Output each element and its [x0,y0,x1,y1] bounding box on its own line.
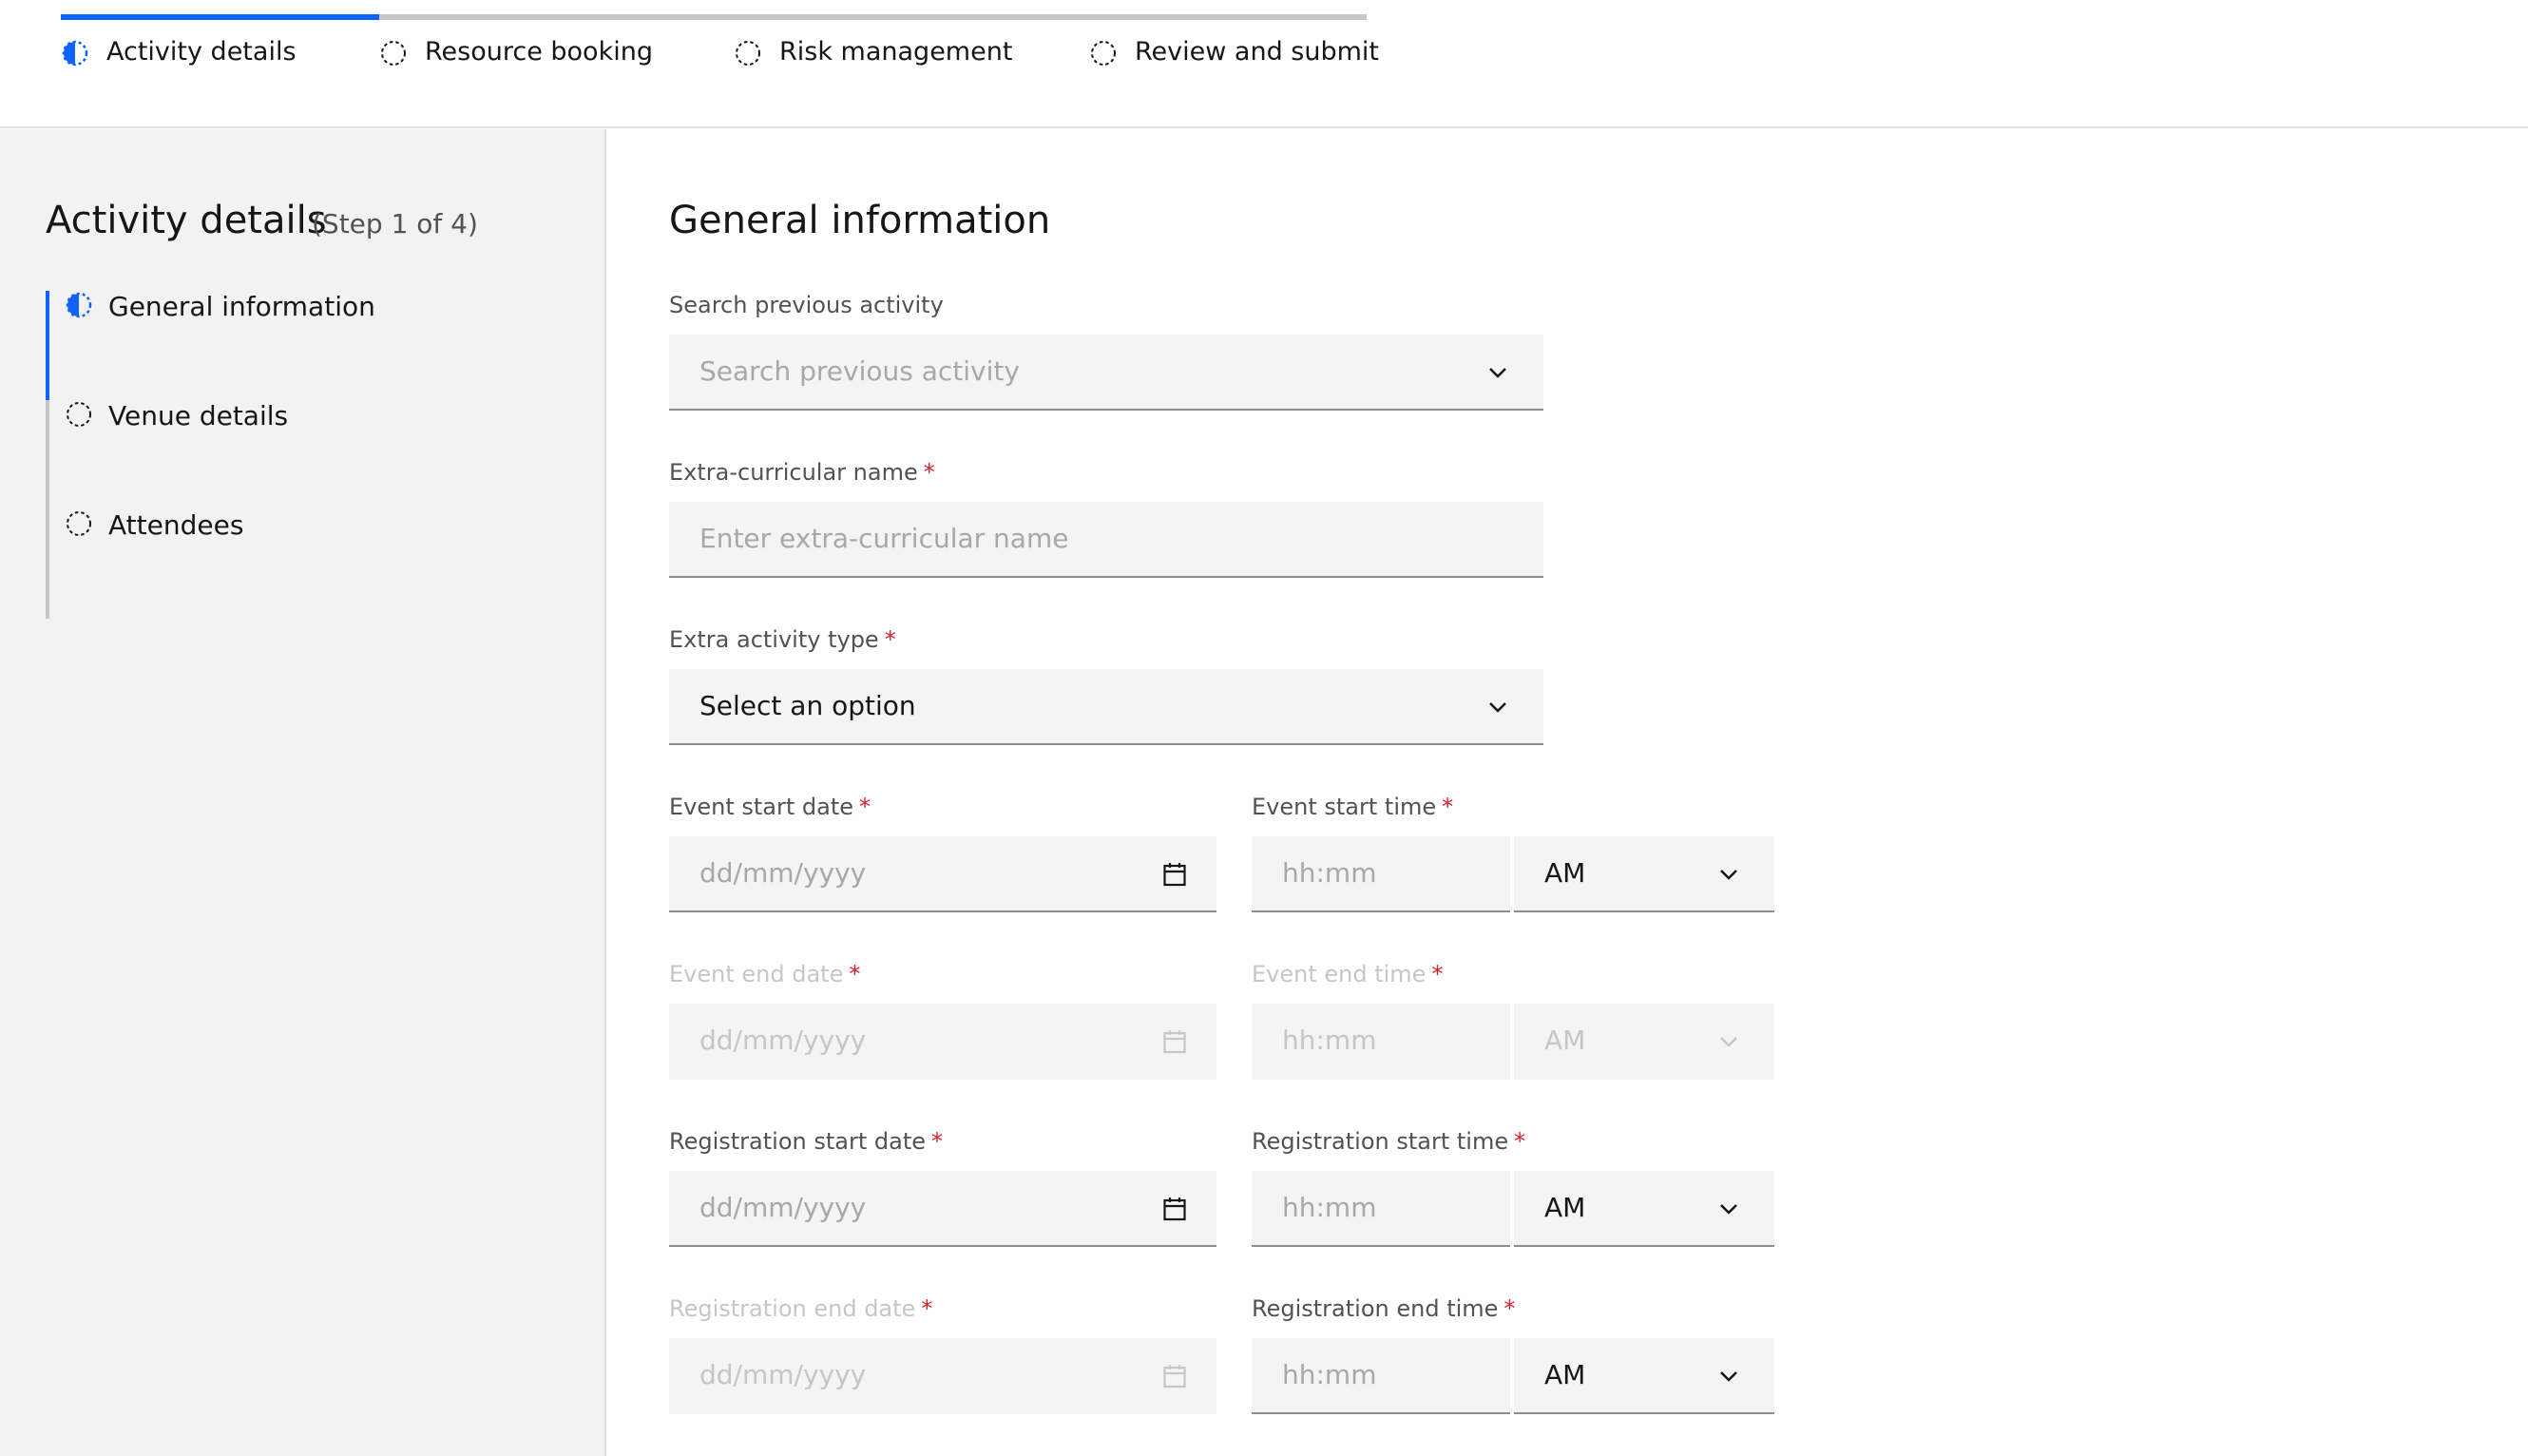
reg-end-period-select[interactable]: AM [1514,1338,1774,1414]
chevron-down-icon [1715,1196,1742,1222]
substep-label: Venue details [108,400,289,431]
reg-end-time-placeholder: hh:mm [1282,1359,1377,1390]
event-end-date-placeholder: dd/mm/yyyy [699,1025,867,1056]
event-start-time-label: Event start time * [1252,793,1453,821]
chevron-down-icon [1484,359,1511,386]
event-start-date-placeholder: dd/mm/yyyy [699,857,867,889]
event-end-time-placeholder: hh:mm [1282,1025,1377,1056]
event-start-period-value: AM [1544,857,1586,889]
event-start-date-label: Event start date * [669,793,871,821]
required-marker: * [1503,1295,1516,1322]
search-activity-combobox[interactable]: Search previous activity [669,335,1543,411]
activity-type-select[interactable]: Select an option [669,669,1543,745]
substep-venue-details[interactable]: Venue details [46,400,578,509]
reg-start-date-label-text: Registration start date [669,1128,926,1155]
dashed-circle-icon [65,400,93,429]
half-filled-circle-icon [65,291,93,319]
event-end-time-input: hh:mm [1252,1004,1510,1080]
reg-end-date-placeholder: dd/mm/yyyy [699,1359,867,1390]
event-start-time-label-text: Event start time [1252,794,1437,820]
required-marker: * [921,1295,933,1322]
reg-end-time-label-text: Registration end time [1252,1295,1499,1322]
reg-start-period-value: AM [1544,1192,1586,1223]
progress-step-label: Review and submit [1135,37,1380,67]
reg-end-time-label: Registration end time * [1252,1294,1515,1323]
reg-start-time-label: Registration start time * [1252,1127,1525,1156]
progress-step-label: Activity details [106,37,297,67]
event-end-period-value: AM [1544,1025,1586,1056]
sidebar-title: Activity details [46,199,327,242]
reg-start-time-input[interactable]: hh:mm [1252,1171,1510,1247]
reg-start-time-placeholder: hh:mm [1282,1192,1377,1223]
calendar-icon [1161,1028,1188,1055]
chevron-down-icon [1715,861,1742,888]
reg-start-date-label: Registration start date * [669,1127,943,1156]
reg-end-period-value: AM [1544,1359,1586,1390]
required-marker: * [1442,794,1454,820]
calendar-icon[interactable] [1161,1196,1188,1222]
reg-end-date-label: Registration end date * [669,1294,932,1323]
calendar-icon [1161,1363,1188,1389]
reg-start-date-placeholder: dd/mm/yyyy [699,1192,867,1223]
progress-step-review-submit[interactable]: Review and submit [1089,14,1379,71]
reg-end-date-input: dd/mm/yyyy [669,1338,1216,1414]
search-activity-label: Search previous activity [669,292,944,318]
dashed-circle-icon [65,509,93,538]
section-title: General information [669,199,1051,242]
activity-type-label-text: Extra activity type [669,626,879,653]
curricular-name-placeholder: Enter extra-curricular name [699,523,1069,554]
progress-step-resource-booking[interactable]: Resource booking [379,14,734,71]
substep-attendees[interactable]: Attendees [46,509,578,619]
required-marker: * [931,1128,943,1155]
substep-general-information[interactable]: General information [46,291,578,400]
event-end-date-label-text: Event end date [669,961,844,987]
progress-indicator: Activity details Resource booking Risk m… [0,0,2528,128]
dashed-circle-icon [1089,39,1118,67]
required-marker: * [849,961,861,987]
sidebar-step-count: (Step 1 of 4) [312,208,478,239]
progress-step-label: Resource booking [425,37,653,67]
curricular-name-label: Extra-curricular name * [669,458,935,487]
event-start-period-select[interactable]: AM [1514,836,1774,912]
chevron-down-icon [1484,694,1511,720]
curricular-name-input[interactable]: Enter extra-curricular name [669,502,1543,578]
search-activity-placeholder: Search previous activity [699,355,1020,387]
required-marker: * [923,459,935,486]
event-end-time-label-text: Event end time [1252,961,1427,987]
event-end-date-input: dd/mm/yyyy [669,1004,1216,1080]
required-marker: * [1431,961,1444,987]
required-marker: * [859,794,871,820]
chevron-down-icon [1715,1363,1742,1389]
required-marker: * [884,626,896,653]
calendar-icon[interactable] [1161,861,1188,888]
curricular-name-label-text: Extra-curricular name [669,459,918,486]
reg-start-date-input[interactable]: dd/mm/yyyy [669,1171,1216,1247]
activity-type-value: Select an option [699,690,916,721]
dashed-circle-icon [734,39,762,67]
reg-end-time-input[interactable]: hh:mm [1252,1338,1510,1414]
activity-type-label: Extra activity type * [669,625,896,654]
progress-step-risk-management[interactable]: Risk management [734,14,1089,71]
chevron-down-icon [1715,1028,1742,1055]
substep-label: Attendees [108,509,244,541]
event-start-time-input[interactable]: hh:mm [1252,836,1510,912]
dashed-circle-icon [379,39,408,67]
substep-label: General information [108,291,375,322]
main-form: General information Search previous acti… [608,129,2528,1456]
event-end-date-label: Event end date * [669,960,860,988]
reg-start-period-select[interactable]: AM [1514,1171,1774,1247]
event-start-date-input[interactable]: dd/mm/yyyy [669,836,1216,912]
sidebar: Activity details (Step 1 of 4) General i… [0,129,606,1456]
event-end-time-label: Event end time * [1252,960,1443,988]
event-end-period-select: AM [1514,1004,1774,1080]
reg-end-date-label-text: Registration end date [669,1295,916,1322]
required-marker: * [1514,1128,1526,1155]
event-start-date-label-text: Event start date [669,794,854,820]
progress-step-activity-details[interactable]: Activity details [61,14,379,71]
progress-step-label: Risk management [779,37,1013,67]
event-start-time-placeholder: hh:mm [1282,857,1377,889]
reg-start-time-label-text: Registration start time [1252,1128,1509,1155]
half-filled-circle-icon [61,39,89,67]
